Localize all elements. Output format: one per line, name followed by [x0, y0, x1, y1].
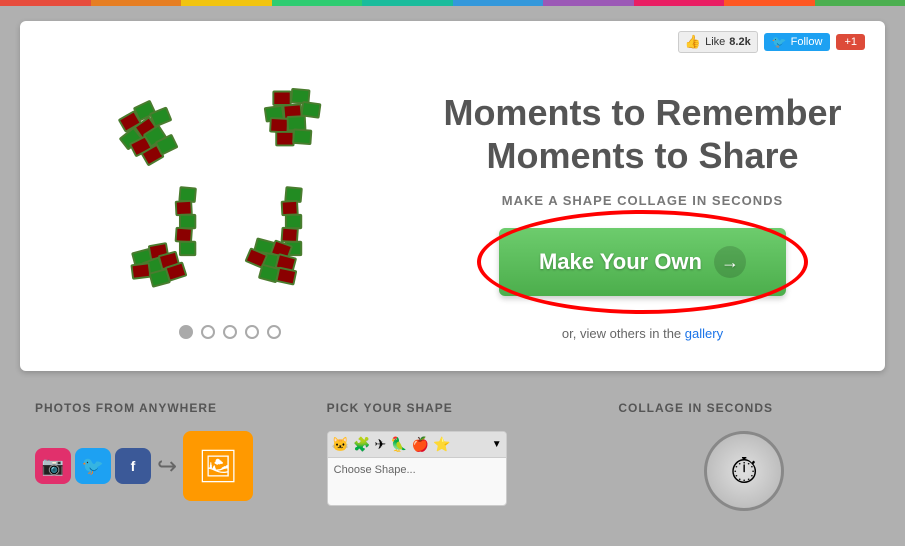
dot-5[interactable]	[267, 325, 281, 339]
clock-icon: ⏱	[704, 431, 784, 511]
feature-shape: PICK YOUR SHAPE 🐱 🧩 ✈ 🦜 🍎 ⭐ ▼ Choose Sha…	[312, 391, 594, 521]
collage-image	[70, 53, 390, 313]
gallery-link[interactable]: gallery	[685, 326, 723, 341]
rainbow-bar	[0, 0, 905, 6]
cta-label: Make Your Own	[539, 249, 702, 275]
dot-4[interactable]	[245, 325, 259, 339]
hero-title-line1: Moments to Remember	[443, 92, 841, 133]
add-photo-button[interactable]: 🖼	[183, 431, 253, 501]
plane-icon: ✈	[375, 436, 387, 453]
hero-title: Moments to Remember Moments to Share	[440, 91, 845, 177]
shape-picker-toolbar: 🐱 🧩 ✈ 🦜 🍎 ⭐ ▼	[328, 432, 506, 458]
scroll-icon: ▼	[492, 439, 502, 450]
apple-icon: 🍎	[412, 436, 429, 453]
like-label: Like	[705, 36, 725, 48]
bird-icon: 🦜	[390, 436, 407, 453]
gplus-button[interactable]: +1	[836, 34, 865, 50]
hero-card: 👍 Like 8.2k 🐦 Follow +1 Moments to Remem…	[20, 21, 885, 371]
cat-icon: 🐱	[332, 436, 349, 453]
dot-3[interactable]	[223, 325, 237, 339]
arrow-icon: →	[714, 246, 746, 278]
feature-photos: PHOTOS FROM ANYWHERE 📷 🐦 f ↪ 🖼	[20, 391, 302, 521]
hero-subtitle: MAKE A SHAPE COLLAGE IN SECONDS	[440, 193, 845, 208]
main-container: 👍 Like 8.2k 🐦 Follow +1 Moments to Remem…	[0, 6, 905, 546]
puzzle-icon: 🧩	[353, 436, 370, 453]
instagram-icon: 📷	[35, 448, 71, 484]
shape-picker[interactable]: 🐱 🧩 ✈ 🦜 🍎 ⭐ ▼ Choose Shape...	[327, 431, 507, 506]
feature-collage: COLLAGE IN SECONDS ⏱	[603, 391, 885, 521]
feature-collage-title: COLLAGE IN SECONDS	[618, 401, 870, 415]
star-icon: ⭐	[433, 436, 450, 453]
dot-1[interactable]	[179, 325, 193, 339]
hero-content: 👍 Like 8.2k 🐦 Follow +1 Moments to Remem…	[420, 41, 865, 351]
make-your-own-button[interactable]: Make Your Own →	[499, 228, 786, 296]
like-count: 8.2k	[729, 36, 750, 48]
shape-picker-body: Choose Shape...	[328, 458, 506, 482]
social-buttons-row: 👍 Like 8.2k 🐦 Follow +1	[678, 31, 865, 53]
facebook-like-button[interactable]: 👍 Like 8.2k	[678, 31, 758, 53]
collage-area	[40, 53, 420, 339]
cta-wrapper: Make Your Own →	[499, 228, 786, 296]
features-row: PHOTOS FROM ANYWHERE 📷 🐦 f ↪ 🖼 PICK YOUR…	[20, 391, 885, 531]
gplus-label: +1	[844, 36, 857, 48]
feature-photos-title: PHOTOS FROM ANYWHERE	[35, 401, 287, 415]
twitter-follow-button[interactable]: 🐦 Follow	[764, 33, 831, 51]
twitter-small-icon: 🐦	[75, 448, 111, 484]
twitter-icon: 🐦	[772, 35, 787, 49]
follow-label: Follow	[791, 36, 823, 48]
arrow-curve: ↪	[157, 452, 177, 481]
pagination-dots	[179, 325, 281, 339]
feature-shape-title: PICK YOUR SHAPE	[327, 401, 579, 415]
facebook-small-icon: f	[115, 448, 151, 484]
dot-2[interactable]	[201, 325, 215, 339]
hero-title-line2: Moments to Share	[486, 135, 798, 176]
thumbs-up-icon: 👍	[685, 34, 701, 50]
gallery-link-text: or, view others in the gallery	[440, 326, 845, 341]
